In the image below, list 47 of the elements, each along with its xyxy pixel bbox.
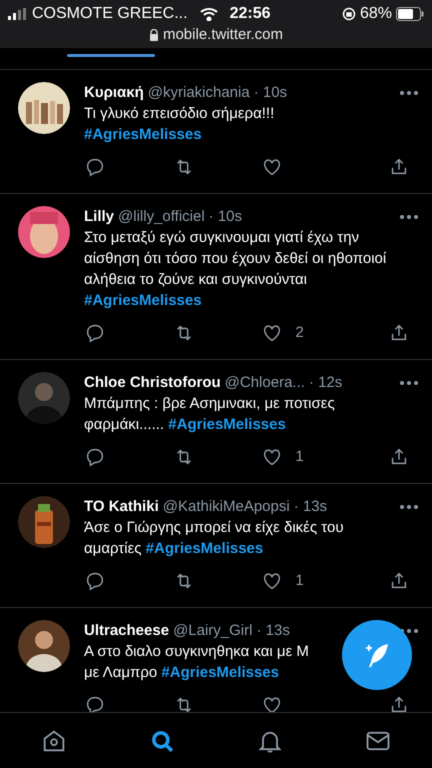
wifi-icon: [200, 7, 218, 21]
author-handle[interactable]: @Lairy_Girl: [173, 620, 252, 641]
reply-icon[interactable]: [84, 446, 106, 468]
author-name[interactable]: TO Kathiki: [84, 496, 159, 517]
rotation-lock-icon: [342, 7, 356, 21]
author-handle[interactable]: @Chloera...: [224, 372, 305, 393]
author-name[interactable]: Ultracheese: [84, 620, 170, 641]
hashtag-link[interactable]: #AgriesMelisses: [161, 664, 279, 681]
clock-time: 22:56: [230, 4, 270, 24]
reply-icon[interactable]: [84, 322, 106, 344]
carrier-name: COSMOTE GREEC...: [32, 4, 188, 24]
more-icon[interactable]: [400, 90, 418, 94]
like-count: 1: [295, 570, 304, 591]
like-count: 2: [295, 322, 304, 343]
tweet-time: · 10s: [254, 83, 288, 103]
author-name[interactable]: Κυριακή: [84, 82, 144, 103]
author-handle[interactable]: @kyriakichania: [148, 82, 250, 103]
address-url[interactable]: mobile.twitter.com: [162, 24, 284, 46]
lock-icon: [148, 29, 159, 41]
tweet-text: Άσε ο Γιώργης μπορεί να είχε δικές του αμαρτίες #AgriesMelisses: [84, 518, 345, 559]
reply-icon[interactable]: [84, 570, 106, 592]
tweet-text: Μπάμπης : βρε Ασημινακι, με ποτισες φαρμάκι...... #AgriesMelisses: [84, 394, 336, 435]
hashtag-link[interactable]: #AgriesMelisses: [168, 416, 286, 433]
tweet-text: Στο μεταξύ εγώ συγκινουμαι γιατί έχω την αίσθηση ότι τόσο που έχουν δεθεί οι ηθοποιοί αλήθεια το ζούνε και συγκινούνται: [84, 228, 388, 290]
signal-icon: [8, 8, 28, 20]
reply-icon[interactable]: [84, 694, 106, 712]
battery-icon: [396, 7, 424, 21]
author-handle[interactable]: @lilly_officiel: [118, 206, 205, 227]
like-count: 1: [295, 446, 304, 467]
author-handle[interactable]: @KathikiMeApopsi: [162, 496, 290, 517]
tweet-time: · 13s: [256, 621, 290, 641]
more-icon[interactable]: [400, 214, 418, 218]
tweet-time: · 10s: [208, 207, 242, 227]
hashtag-link[interactable]: #AgriesMelisses: [146, 540, 264, 557]
hashtag-link[interactable]: #AgriesMelisses: [84, 126, 202, 143]
more-icon[interactable]: [400, 380, 418, 384]
author-name[interactable]: Chloe Christoforou: [84, 372, 221, 393]
hashtag-link[interactable]: #AgriesMelisses: [84, 292, 202, 309]
battery-percent: 68%: [360, 4, 392, 24]
more-icon[interactable]: [400, 504, 418, 508]
tweet-text: Τι γλυκό επεισόδιο σήμερα!!!: [84, 104, 276, 124]
tweet-time: · 12s: [308, 373, 342, 393]
reply-icon[interactable]: [84, 156, 106, 178]
tweet-time: · 13s: [294, 497, 328, 517]
tweet-text: με Λαμπρο #AgriesMelisses: [84, 663, 280, 683]
tweet-text: Α στο διαλο συγκινηθηκα και με Μ: [84, 642, 310, 662]
author-name[interactable]: Lilly: [84, 206, 114, 227]
